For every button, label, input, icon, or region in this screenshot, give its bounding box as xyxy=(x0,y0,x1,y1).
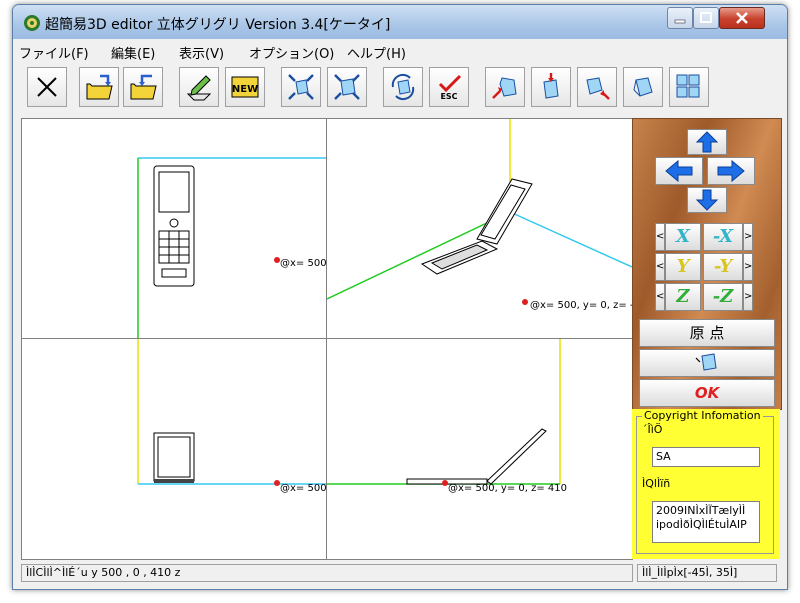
toolbar: NEW ESC xyxy=(13,63,787,117)
viewport-bottom[interactable]: @x= 500, y= 0, z= 410 xyxy=(327,339,632,559)
app-window: 超簡易3D editor 立体グリグリ Version 3.4[ケータイ] ファ… xyxy=(12,4,788,590)
new-icon: NEW xyxy=(231,76,259,98)
perspective-coord-label: @x= 500, y= 0, z= - xyxy=(530,300,632,311)
view-top-icon xyxy=(543,73,559,99)
close-x-icon xyxy=(37,77,57,97)
move-down-button[interactable] xyxy=(687,187,727,213)
front-coord-label: @x= 500, xyxy=(280,258,327,269)
escape-icon: ESC xyxy=(438,74,462,101)
control-panel: < X -X > < Y -Y > < Z -Z > 原 点 OK xyxy=(632,118,782,410)
maximize-button[interactable] xyxy=(693,7,719,29)
viewport-front[interactable]: @x= 500, xyxy=(22,119,327,339)
x-decrease-arrow[interactable]: < xyxy=(655,223,665,251)
view-left-icon xyxy=(492,77,517,99)
rotate-button[interactable] xyxy=(383,67,423,107)
close-icon xyxy=(736,12,748,24)
minimize-button[interactable] xyxy=(667,7,693,29)
view-right-button[interactable] xyxy=(577,67,617,107)
arrow-down-icon xyxy=(695,189,719,211)
rotate-icon xyxy=(391,73,415,101)
zoom-out-icon xyxy=(288,74,314,100)
escape-button[interactable]: ESC xyxy=(429,67,469,107)
x-minus-button[interactable]: -X xyxy=(703,223,743,251)
y-decrease-arrow[interactable]: < xyxy=(655,253,665,281)
author-label: ´ÎìÖ xyxy=(642,423,663,436)
open-folder-icon xyxy=(86,74,113,100)
menu-file[interactable]: ファイル(F) xyxy=(19,43,89,62)
move-left-button[interactable] xyxy=(655,157,703,185)
clear-button[interactable] xyxy=(27,67,67,107)
status-bar: ÌlÌCÌlÌ^ÌlÉ´u y 500 , 0 , 410 z ÌlÌ_ÌlÌp… xyxy=(21,564,781,584)
new-button[interactable]: NEW xyxy=(225,67,265,107)
menu-help[interactable]: ヘルプ(H) xyxy=(347,43,406,62)
z-plus-button[interactable]: Z xyxy=(665,283,701,311)
origin-button[interactable]: 原 点 xyxy=(639,319,775,347)
ok-label: OK xyxy=(694,384,720,402)
side-view-canvas xyxy=(137,339,326,486)
view-left-button[interactable] xyxy=(485,67,525,107)
z-increase-arrow[interactable]: > xyxy=(743,283,753,311)
z-decrease-arrow[interactable]: < xyxy=(655,283,665,311)
menu-options[interactable]: オプション(O) xyxy=(249,43,334,62)
notes-field[interactable]: 2009INÌxÌÏTælyÌÌ ipodÌðÌQÌlÉtuÌAIP xyxy=(652,501,760,543)
copyright-legend: Copyright Infomation xyxy=(642,409,763,422)
zoom-in-button[interactable] xyxy=(327,67,367,107)
view-iso-icon xyxy=(633,77,653,97)
arrow-left-icon xyxy=(665,159,693,183)
viewport-perspective[interactable]: @x= 500, y= 0, z= - xyxy=(327,119,632,339)
y-plus-button[interactable]: Y xyxy=(665,253,701,281)
side-coord-label: @x= 500, xyxy=(280,483,327,494)
zoom-in-icon xyxy=(334,74,360,100)
z-minus-button[interactable]: -Z xyxy=(703,283,743,311)
menu-bar: ファイル(F) 編集(E) 表示(V) オプション(O) ヘルプ(H) xyxy=(13,39,787,62)
ok-button[interactable]: OK xyxy=(639,379,775,407)
minimize-icon xyxy=(674,19,686,24)
cube-icon xyxy=(695,353,717,371)
menu-view[interactable]: 表示(V) xyxy=(179,43,224,62)
arrow-right-icon xyxy=(717,159,745,183)
notes-label: ÌQlÌïñ xyxy=(642,477,671,490)
svg-text:NEW: NEW xyxy=(232,84,258,95)
status-coordinates: ÌlÌCÌlÌ^ÌlÉ´u y 500 , 0 , 410 z xyxy=(21,564,633,582)
menu-edit[interactable]: 編集(E) xyxy=(111,43,155,62)
move-right-button[interactable] xyxy=(707,157,755,185)
view-cube-button[interactable] xyxy=(639,349,775,377)
view-right-icon xyxy=(586,77,610,100)
x-increase-arrow[interactable]: > xyxy=(743,223,753,251)
import-button[interactable] xyxy=(123,67,163,107)
open-button[interactable] xyxy=(79,67,119,107)
y-increase-arrow[interactable]: > xyxy=(743,253,753,281)
zoom-out-button[interactable] xyxy=(281,67,321,107)
maximize-icon xyxy=(700,12,712,23)
edit-pencil-icon xyxy=(186,75,212,101)
view-iso-button[interactable] xyxy=(623,67,663,107)
app-icon xyxy=(24,15,40,31)
edit-button[interactable] xyxy=(179,67,219,107)
layout-button[interactable] xyxy=(669,67,709,107)
window-title: 超簡易3D editor 立体グリグリ Version 3.4[ケータイ] xyxy=(45,17,391,33)
title-bar: 超簡易3D editor 立体グリグリ Version 3.4[ケータイ] xyxy=(13,5,787,39)
close-window-button[interactable] xyxy=(719,7,765,29)
author-field[interactable]: SA xyxy=(652,447,760,467)
arrow-up-icon xyxy=(695,131,719,153)
bottom-coord-label: @x= 500, y= 0, z= 410 xyxy=(448,483,568,494)
front-view-canvas xyxy=(137,157,326,338)
bottom-view-canvas xyxy=(327,339,561,486)
view-top-button[interactable] xyxy=(531,67,571,107)
viewport-side[interactable]: @x= 500, xyxy=(22,339,327,559)
viewport-area: @x= 500, @x= 500, y= 0, z= - @x= 500, @x… xyxy=(21,118,633,560)
svg-text:ESC: ESC xyxy=(440,92,457,101)
copyright-panel: Copyright Infomation ´ÎìÖ SA ÌQlÌïñ 2009… xyxy=(632,409,780,559)
x-plus-button[interactable]: X xyxy=(665,223,701,251)
move-up-button[interactable] xyxy=(687,129,727,155)
y-minus-button[interactable]: -Y xyxy=(703,253,743,281)
origin-label: 原 点 xyxy=(689,324,725,342)
import-folder-icon xyxy=(130,74,157,100)
layout-icon xyxy=(676,74,700,98)
status-view-angle: ÌlÌ_ÌlÌpÌx[-45Ì, 35Ì] xyxy=(637,564,777,582)
